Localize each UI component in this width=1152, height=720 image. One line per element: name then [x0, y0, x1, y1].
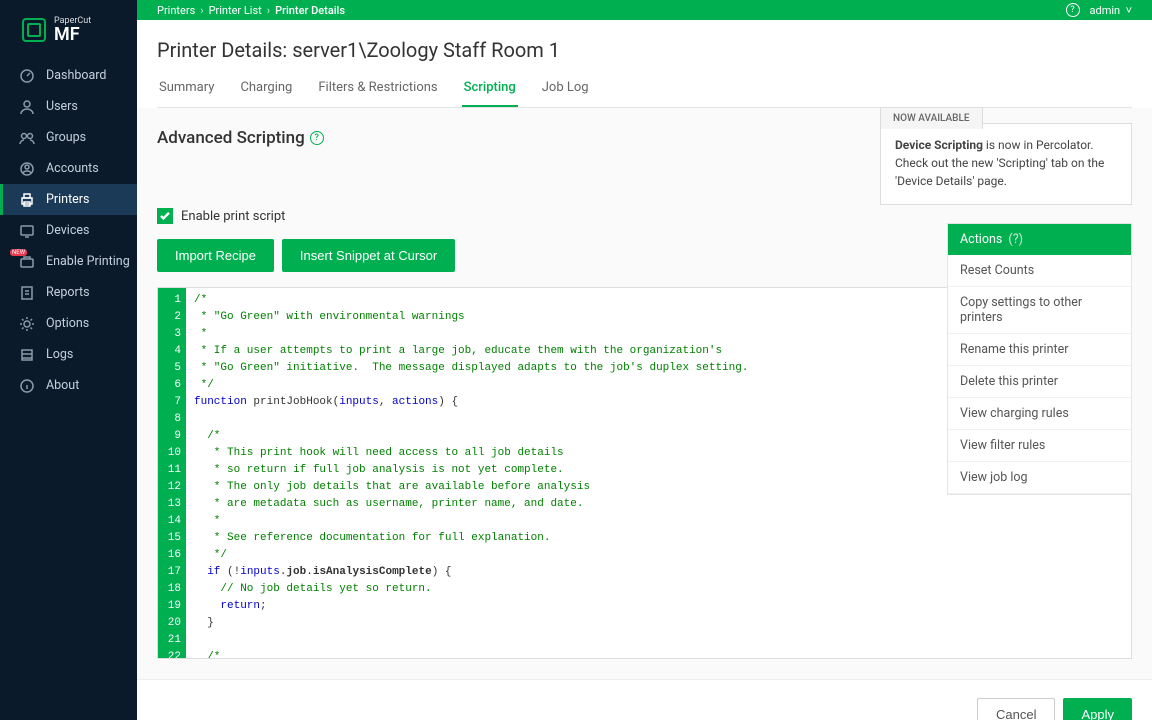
action-rename-this-printer[interactable]: Rename this printer: [948, 334, 1131, 366]
crumb-printer-details: Printer Details: [275, 4, 345, 17]
page-title: Printer Details: server1\Zoology Staff R…: [157, 38, 1132, 62]
sidebar: PaperCut MF Dashboard Users Groups Accounts…: [0, 0, 137, 720]
action-view-job-log[interactable]: View job log: [948, 462, 1131, 494]
line-gutter: 1234567891011121314151617181920212223242…: [158, 288, 186, 658]
logo: PaperCut MF: [0, 0, 137, 60]
sidebar-item-devices[interactable]: Devices: [0, 215, 137, 246]
sidebar-item-label: Accounts: [46, 161, 99, 176]
users-icon: [18, 98, 36, 116]
printers-icon: [18, 191, 36, 209]
sidebar-item-label: Groups: [46, 130, 86, 145]
sidebar-item-label: Options: [46, 316, 89, 331]
chevron-right-icon: ›: [267, 4, 270, 17]
tab-charging[interactable]: Charging: [238, 80, 294, 107]
enableprinting-icon: [18, 253, 36, 271]
sidebar-item-dashboard[interactable]: Dashboard: [0, 60, 137, 91]
crumb-printers[interactable]: Printers: [157, 4, 195, 17]
accounts-icon: [18, 160, 36, 178]
cancel-button[interactable]: Cancel: [977, 698, 1055, 720]
sidebar-item-label: About: [46, 378, 79, 393]
sidebar-item-label: Reports: [46, 285, 90, 300]
sidebar-item-enableprinting[interactable]: NEWEnable Printing: [0, 246, 137, 277]
sidebar-item-label: Enable Printing: [46, 254, 130, 269]
help-icon[interactable]: ?: [1066, 3, 1080, 17]
sidebar-item-label: Dashboard: [46, 68, 106, 83]
tab-job-log[interactable]: Job Log: [540, 80, 591, 107]
enable-script-label: Enable print script: [181, 209, 285, 224]
devices-icon: [18, 222, 36, 240]
sidebar-item-printers[interactable]: Printers: [0, 184, 137, 215]
enable-script-checkbox[interactable]: [157, 208, 173, 224]
import-recipe-button[interactable]: Import Recipe: [157, 239, 274, 272]
apply-button[interactable]: Apply: [1063, 698, 1132, 720]
sidebar-item-options[interactable]: Options: [0, 308, 137, 339]
action-view-filter-rules[interactable]: View filter rules: [948, 430, 1131, 462]
sidebar-item-users[interactable]: Users: [0, 91, 137, 122]
sidebar-item-about[interactable]: About: [0, 370, 137, 401]
tab-scripting[interactable]: Scripting: [462, 80, 518, 107]
sidebar-item-accounts[interactable]: Accounts: [0, 153, 137, 184]
sidebar-item-label: Users: [46, 99, 78, 114]
brand-prod: MF: [54, 26, 91, 44]
action-reset-counts[interactable]: Reset Counts: [948, 255, 1131, 287]
chevron-right-icon: ›: [200, 4, 203, 17]
action-copy-settings-to-other-printers[interactable]: Copy settings to other printers: [948, 287, 1131, 334]
code-area[interactable]: /* * "Go Green" with environmental warni…: [186, 288, 1040, 658]
options-icon: [18, 315, 36, 333]
main-content: Printer Details: server1\Zoology Staff R…: [137, 20, 1152, 720]
notice-tag: NOW AVAILABLE: [880, 107, 983, 129]
logs-icon: [18, 346, 36, 364]
groups-icon: [18, 129, 36, 147]
action-view-charging-rules[interactable]: View charging rules: [948, 398, 1131, 430]
footer-buttons: Cancel Apply: [137, 679, 1152, 720]
about-icon: [18, 377, 36, 395]
sidebar-item-reports[interactable]: Reports: [0, 277, 137, 308]
sidebar-item-label: Printers: [46, 192, 89, 207]
tab-filters-restrictions[interactable]: Filters & Restrictions: [316, 80, 439, 107]
breadcrumb-bar: Printers › Printer List › Printer Detail…: [137, 0, 1152, 20]
tab-summary[interactable]: Summary: [157, 80, 216, 107]
sidebar-item-logs[interactable]: Logs: [0, 339, 137, 370]
logo-icon: [22, 18, 46, 42]
notice-box: NOW AVAILABLE Device Scripting is now in…: [880, 123, 1132, 205]
dashboard-icon: [18, 67, 36, 85]
sidebar-item-groups[interactable]: Groups: [0, 122, 137, 153]
crumb-printer-list[interactable]: Printer List: [209, 4, 262, 17]
insert-snippet-button[interactable]: Insert Snippet at Cursor: [282, 239, 455, 272]
actions-panel: Actions (?) Reset CountsCopy settings to…: [947, 223, 1132, 495]
sidebar-item-label: Devices: [46, 223, 89, 238]
reports-icon: [18, 284, 36, 302]
actions-header: Actions (?): [948, 224, 1131, 255]
help-icon[interactable]: ?: [310, 131, 324, 145]
sidebar-item-label: Logs: [46, 347, 73, 362]
tabs: Summary Charging Filters & Restrictions Scr…: [157, 80, 1132, 108]
action-delete-this-printer[interactable]: Delete this printer: [948, 366, 1131, 398]
user-menu[interactable]: admin ˅: [1090, 4, 1132, 17]
